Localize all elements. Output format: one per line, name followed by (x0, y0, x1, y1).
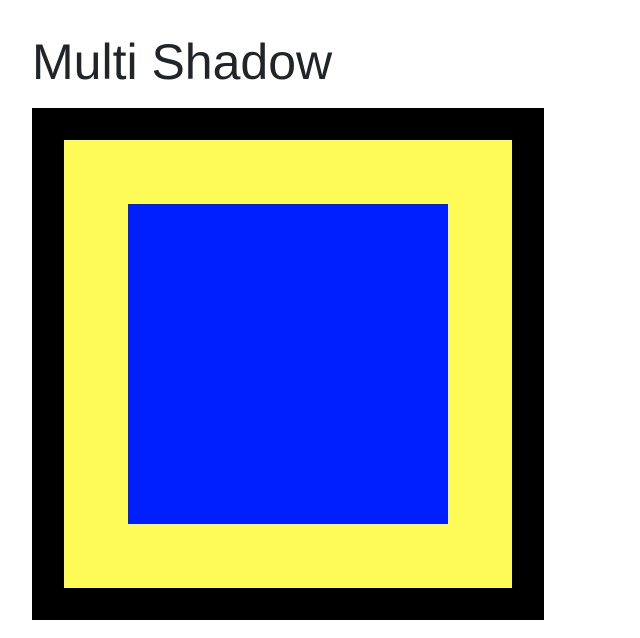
page-title: Multi Shadow (32, 34, 333, 90)
yellow-shadow-layer (64, 140, 512, 588)
multi-shadow-box (32, 108, 544, 620)
blue-inner-box (128, 204, 448, 524)
